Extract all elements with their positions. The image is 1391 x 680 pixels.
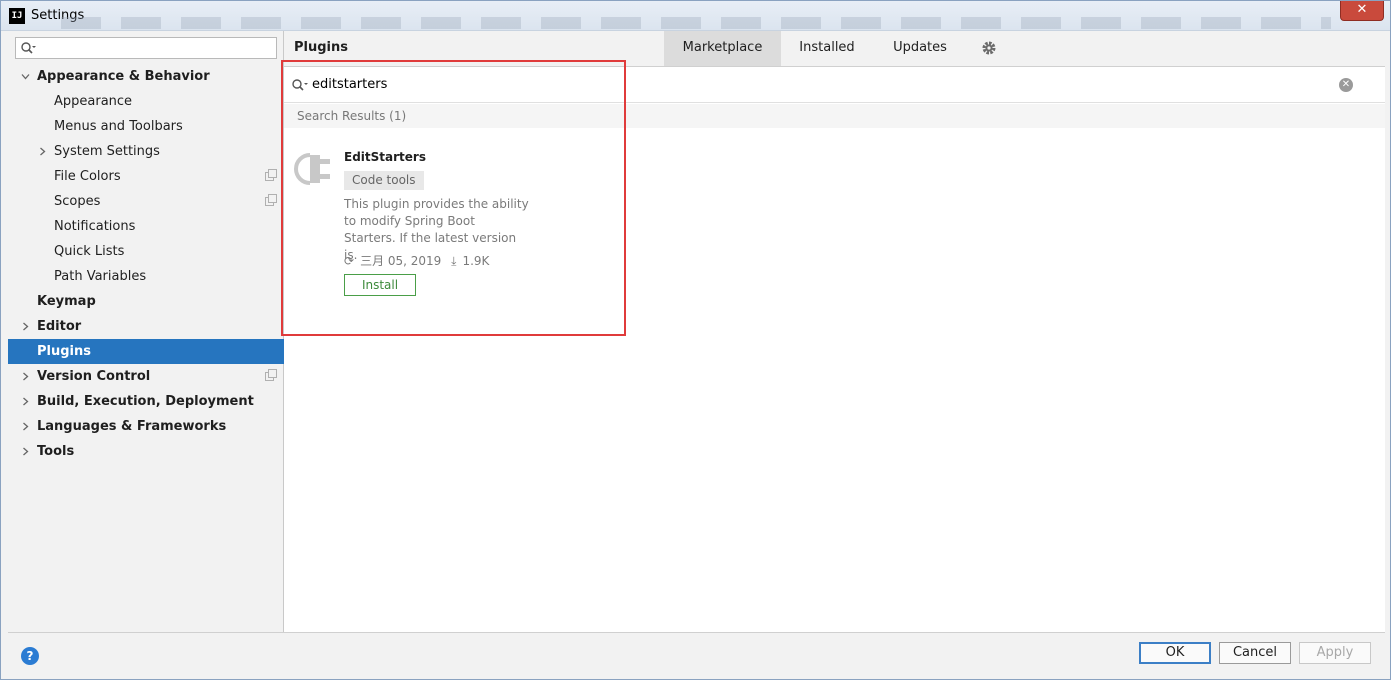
sidebar-item-system-settings[interactable]: System Settings (8, 139, 284, 164)
sidebar-item-label: Appearance (54, 94, 133, 109)
sidebar-item-label: Path Variables (54, 269, 147, 284)
sidebar-item-tools[interactable]: Tools (8, 439, 284, 464)
ok-button[interactable]: OK (1139, 642, 1211, 664)
copy-icon (265, 169, 277, 181)
title-bar: IJ Settings ✕ (1, 1, 1390, 31)
search-results-header: Search Results (1) (284, 104, 1385, 128)
copy-icon (265, 369, 277, 381)
sidebar-item-file-colors[interactable]: File Colors (8, 164, 284, 189)
background-toolbar (61, 17, 1331, 29)
sidebar-item-label: Notifications (54, 219, 136, 234)
settings-window: IJ Settings ✕ Appearance & Behavior Appea… (0, 0, 1391, 680)
plugin-search-input[interactable]: editstarters (312, 77, 387, 92)
plugins-panel: Plugins Marketplace Installed Updates ed… (281, 31, 1385, 632)
chevron-right-icon[interactable] (21, 397, 30, 406)
dialog-footer: ? OK Cancel Apply (8, 632, 1385, 679)
install-button[interactable]: Install (344, 274, 416, 296)
plugin-tag: Code tools (344, 171, 424, 190)
sidebar-item-label: Build, Execution, Deployment (37, 394, 254, 409)
clear-icon[interactable]: ✕ (1339, 78, 1353, 92)
sidebar-item-label: Tools (37, 444, 75, 459)
sidebar-item-label: File Colors (54, 169, 121, 184)
settings-search-input[interactable] (15, 37, 277, 59)
sidebar-item-appearance-behavior[interactable]: Appearance & Behavior (8, 64, 284, 89)
app-icon: IJ (9, 8, 25, 24)
plugin-search-bar[interactable]: editstarters ✕ (284, 67, 1385, 103)
plugin-name[interactable]: EditStarters (344, 150, 426, 164)
sidebar-item-label: Plugins (37, 344, 91, 359)
sidebar-item-menus-and-toolbars[interactable]: Menus and Toolbars (8, 114, 284, 139)
sidebar-item-label: Editor (37, 319, 82, 334)
plugin-date: 三月 05, 2019 (360, 254, 442, 268)
sidebar-item-languages-frameworks[interactable]: Languages & Frameworks (8, 414, 284, 439)
chevron-right-icon[interactable] (38, 147, 47, 156)
close-window-button[interactable]: ✕ (1340, 1, 1384, 21)
sidebar-item-label: Quick Lists (54, 244, 125, 259)
sidebar-item-editor[interactable]: Editor (8, 314, 284, 339)
tab-marketplace[interactable]: Marketplace (664, 31, 781, 66)
sidebar-item-label: Appearance & Behavior (37, 69, 210, 84)
chevron-right-icon[interactable] (21, 422, 30, 431)
apply-button[interactable]: Apply (1299, 642, 1371, 664)
sidebar-item-label: Keymap (37, 294, 96, 309)
sidebar-item-plugins[interactable]: Plugins (8, 339, 284, 364)
tab-installed[interactable]: Installed (781, 31, 873, 66)
search-icon (292, 79, 308, 91)
sidebar-item-keymap[interactable]: Keymap (8, 289, 284, 314)
sidebar-item-build-execution-deployment[interactable]: Build, Execution, Deployment (8, 389, 284, 414)
sidebar-item-version-control[interactable]: Version Control (8, 364, 284, 389)
sidebar-item-scopes[interactable]: Scopes (8, 189, 284, 214)
sidebar-item-appearance[interactable]: Appearance (8, 89, 284, 114)
sidebar-item-label: System Settings (54, 144, 160, 159)
sidebar-item-notifications[interactable]: Notifications (8, 214, 284, 239)
chevron-right-icon[interactable] (21, 372, 30, 381)
plugins-header: Plugins Marketplace Installed Updates (284, 31, 1385, 67)
plugin-logo-icon (294, 153, 330, 185)
settings-sidebar: Appearance & Behavior Appearance Menus and… (8, 31, 284, 632)
tab-updates[interactable]: Updates (873, 31, 967, 66)
sidebar-item-label: Languages & Frameworks (37, 419, 227, 434)
plugin-downloads: 1.9K (462, 254, 490, 268)
chevron-right-icon[interactable] (21, 322, 30, 331)
sidebar-item-path-variables[interactable]: Path Variables (8, 264, 284, 289)
plugin-card[interactable]: EditStarters Code tools This plugin prov… (284, 141, 624, 311)
sidebar-item-quick-lists[interactable]: Quick Lists (8, 239, 284, 264)
cancel-button[interactable]: Cancel (1219, 642, 1291, 664)
chevron-down-icon[interactable] (21, 72, 30, 81)
copy-icon (265, 194, 277, 206)
sidebar-item-label: Scopes (54, 194, 101, 209)
page-title: Plugins (294, 40, 348, 55)
settings-tree: Appearance & Behavior Appearance Menus and… (8, 64, 284, 464)
chevron-right-icon[interactable] (21, 447, 30, 456)
sidebar-item-label: Menus and Toolbars (54, 119, 183, 134)
sidebar-item-label: Version Control (37, 369, 151, 384)
search-icon (21, 42, 36, 54)
download-icon: ⤓ (451, 254, 457, 268)
gear-icon[interactable] (981, 40, 997, 56)
plugin-meta: ⟳ 三月 05, 2019 ⤓ 1.9K (344, 252, 495, 269)
refresh-icon: ⟳ (344, 254, 355, 268)
help-icon[interactable]: ? (21, 647, 39, 665)
